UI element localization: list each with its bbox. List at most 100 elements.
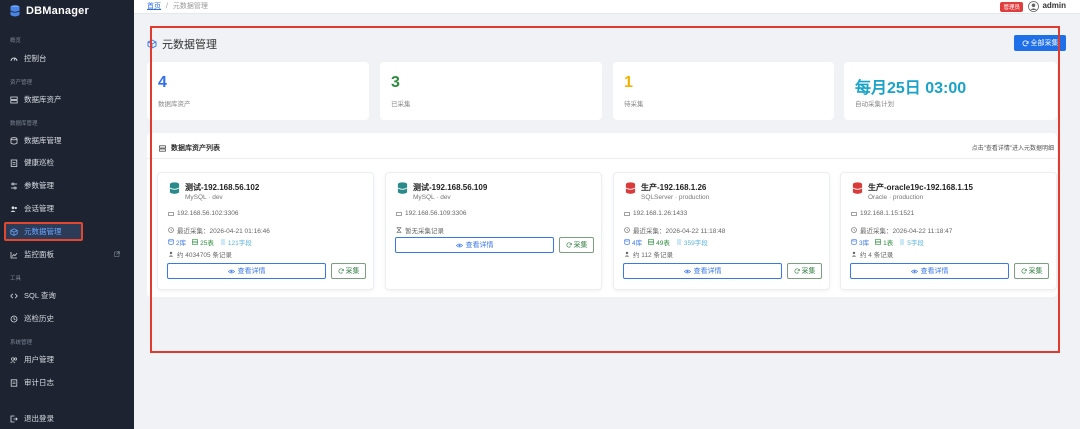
table-icon xyxy=(648,239,655,245)
sidebar-item-label: 健康巡检 xyxy=(24,158,54,167)
sidebar-item-health-check[interactable]: 健康巡检 xyxy=(0,154,134,171)
database-icon xyxy=(851,239,857,245)
db-asset-card: 测试-192.168.56.109 MySQL · dev 192.168.56… xyxy=(385,172,602,290)
view-detail-button[interactable]: 查看详情 xyxy=(850,263,1009,279)
hdd-icon xyxy=(624,211,630,216)
username[interactable]: admin xyxy=(1042,1,1066,10)
card-last-collect: 最近采集：2026-04-22 11:18:48 xyxy=(624,225,725,235)
stat-card-pending: 1 待采集 xyxy=(613,62,834,120)
database-icon xyxy=(10,136,18,144)
sidebar-item-label: 审计日志 xyxy=(24,378,54,387)
sidebar-item-db-assets[interactable]: 数据库资产 xyxy=(0,91,134,108)
cube-icon xyxy=(147,39,157,49)
section-db-mgmt: 数据库管理 xyxy=(10,121,38,127)
card-address: 192.168.1.15:1521 xyxy=(851,210,914,217)
sidebar-item-label: 数据库管理 xyxy=(24,136,62,145)
db-asset-card: 生产-192.168.1.26 SQLServer · production 1… xyxy=(613,172,830,290)
sidebar-item-metadata[interactable]: 元数据管理 xyxy=(4,222,83,241)
stat-label: 自动采集计划 xyxy=(855,101,894,108)
clock-icon xyxy=(624,227,630,233)
stat-value: 3 xyxy=(391,74,400,91)
table-icon xyxy=(192,239,199,245)
sidebar-item-label: 巡检历史 xyxy=(24,314,54,323)
view-detail-button[interactable]: 查看详情 xyxy=(623,263,782,279)
sidebar-item-label: 参数管理 xyxy=(24,181,54,190)
breadcrumb-home-link[interactable]: 首页 xyxy=(147,3,161,10)
sidebar-item-check-history[interactable]: 巡检历史 xyxy=(0,310,134,327)
card-last-collect: 最近采集：2026-04-21 01:16:46 xyxy=(168,225,270,235)
view-detail-button[interactable]: 查看详情 xyxy=(167,263,326,279)
collect-button[interactable]: 采集 xyxy=(559,237,594,253)
code-icon xyxy=(10,293,18,298)
brand: DBManager xyxy=(10,4,89,18)
sidebar-item-dashboard[interactable]: 控制台 xyxy=(0,50,134,67)
top-header: 首页 / 元数据管理 管理员 admin xyxy=(134,0,1080,14)
sidebar-item-monitor[interactable]: 监控面板 xyxy=(0,246,134,263)
stat-card-collected: 3 已采集 xyxy=(380,62,602,120)
card-metrics: 4库 49表 359字段 xyxy=(624,237,708,247)
stat-label: 已采集 xyxy=(391,101,411,108)
cube-icon xyxy=(10,227,18,236)
sidebar: DBManager 概览 控制台 资产管理 数据库资产 数据库管理 数据库管理 … xyxy=(0,0,134,429)
refresh-icon xyxy=(1021,268,1027,274)
history-icon xyxy=(10,315,18,322)
sidebar-item-params[interactable]: 参数管理 xyxy=(0,177,134,194)
db-count: 2库 xyxy=(168,237,186,247)
users-icon xyxy=(851,251,857,257)
card-metrics: 2库 25表 121字段 xyxy=(168,237,252,247)
column-count: 359字段 xyxy=(676,237,708,247)
chart-icon xyxy=(10,251,18,258)
sidebar-item-label: SQL 查询 xyxy=(24,291,56,300)
database-icon xyxy=(624,239,630,245)
list-title: 数据库资产列表 xyxy=(171,145,220,152)
section-overview: 概览 xyxy=(10,38,22,44)
users-icon xyxy=(10,205,17,212)
view-detail-button[interactable]: 查看详情 xyxy=(395,237,554,253)
sidebar-item-users[interactable]: 用户管理 xyxy=(0,351,134,368)
sidebar-item-label: 用户管理 xyxy=(24,355,54,364)
card-title: 生产-oracle19c-192.168.1.15 xyxy=(868,183,973,192)
brand-name: DBManager xyxy=(26,5,89,17)
eye-icon xyxy=(227,269,235,273)
db-asset-card: 测试-192.168.56.102 MySQL · dev 192.168.56… xyxy=(157,172,374,290)
sidebar-item-sessions[interactable]: 会话管理 xyxy=(0,200,134,217)
collect-button[interactable]: 采集 xyxy=(787,263,822,279)
users-icon xyxy=(168,251,174,257)
columns-icon xyxy=(220,239,225,245)
breadcrumb: 首页 / 元数据管理 xyxy=(147,1,208,11)
clock-icon xyxy=(168,227,174,233)
external-link-icon xyxy=(114,251,120,257)
sidebar-item-logout[interactable]: 退出登录 xyxy=(0,410,134,427)
db-count: 4库 xyxy=(624,237,642,247)
card-address: 192.168.1.26:1433 xyxy=(624,210,687,217)
sidebar-item-label: 元数据管理 xyxy=(24,227,62,236)
card-address: 192.168.56.109:3306 xyxy=(396,210,466,217)
db-count: 3库 xyxy=(851,237,869,247)
collect-button[interactable]: 采集 xyxy=(1014,263,1049,279)
role-badge: 管理员 xyxy=(1000,2,1023,12)
breadcrumb-separator: / xyxy=(165,3,168,10)
database-icon xyxy=(169,182,180,194)
card-record-count: 约 112 条记录 xyxy=(624,249,673,259)
hdd-icon xyxy=(168,211,174,216)
divider xyxy=(147,158,1057,159)
sidebar-item-label: 会话管理 xyxy=(24,204,54,213)
section-system: 系统管理 xyxy=(10,340,33,346)
collect-all-button[interactable]: 全部采集 xyxy=(1014,35,1066,51)
eye-icon xyxy=(455,243,463,247)
stat-label: 待采集 xyxy=(624,101,644,108)
sidebar-item-db-mgmt[interactable]: 数据库管理 xyxy=(0,132,134,149)
sidebar-item-sql-query[interactable]: SQL 查询 xyxy=(0,287,134,304)
stat-value: 1 xyxy=(624,74,633,91)
stat-card-schedule: 每月25日 03:00 自动采集计划 xyxy=(844,62,1057,120)
hdd-icon xyxy=(851,211,857,216)
user-avatar-icon[interactable] xyxy=(1028,1,1039,12)
stat-value: 每月25日 03:00 xyxy=(855,80,967,97)
server-icon xyxy=(10,96,18,103)
card-address: 192.168.56.102:3306 xyxy=(168,210,238,217)
collect-button[interactable]: 采集 xyxy=(331,263,366,279)
sidebar-item-audit-log[interactable]: 审计日志 xyxy=(0,374,134,391)
page-title: 元数据管理 xyxy=(162,39,217,51)
columns-icon xyxy=(676,239,681,245)
hourglass-icon xyxy=(396,227,402,233)
